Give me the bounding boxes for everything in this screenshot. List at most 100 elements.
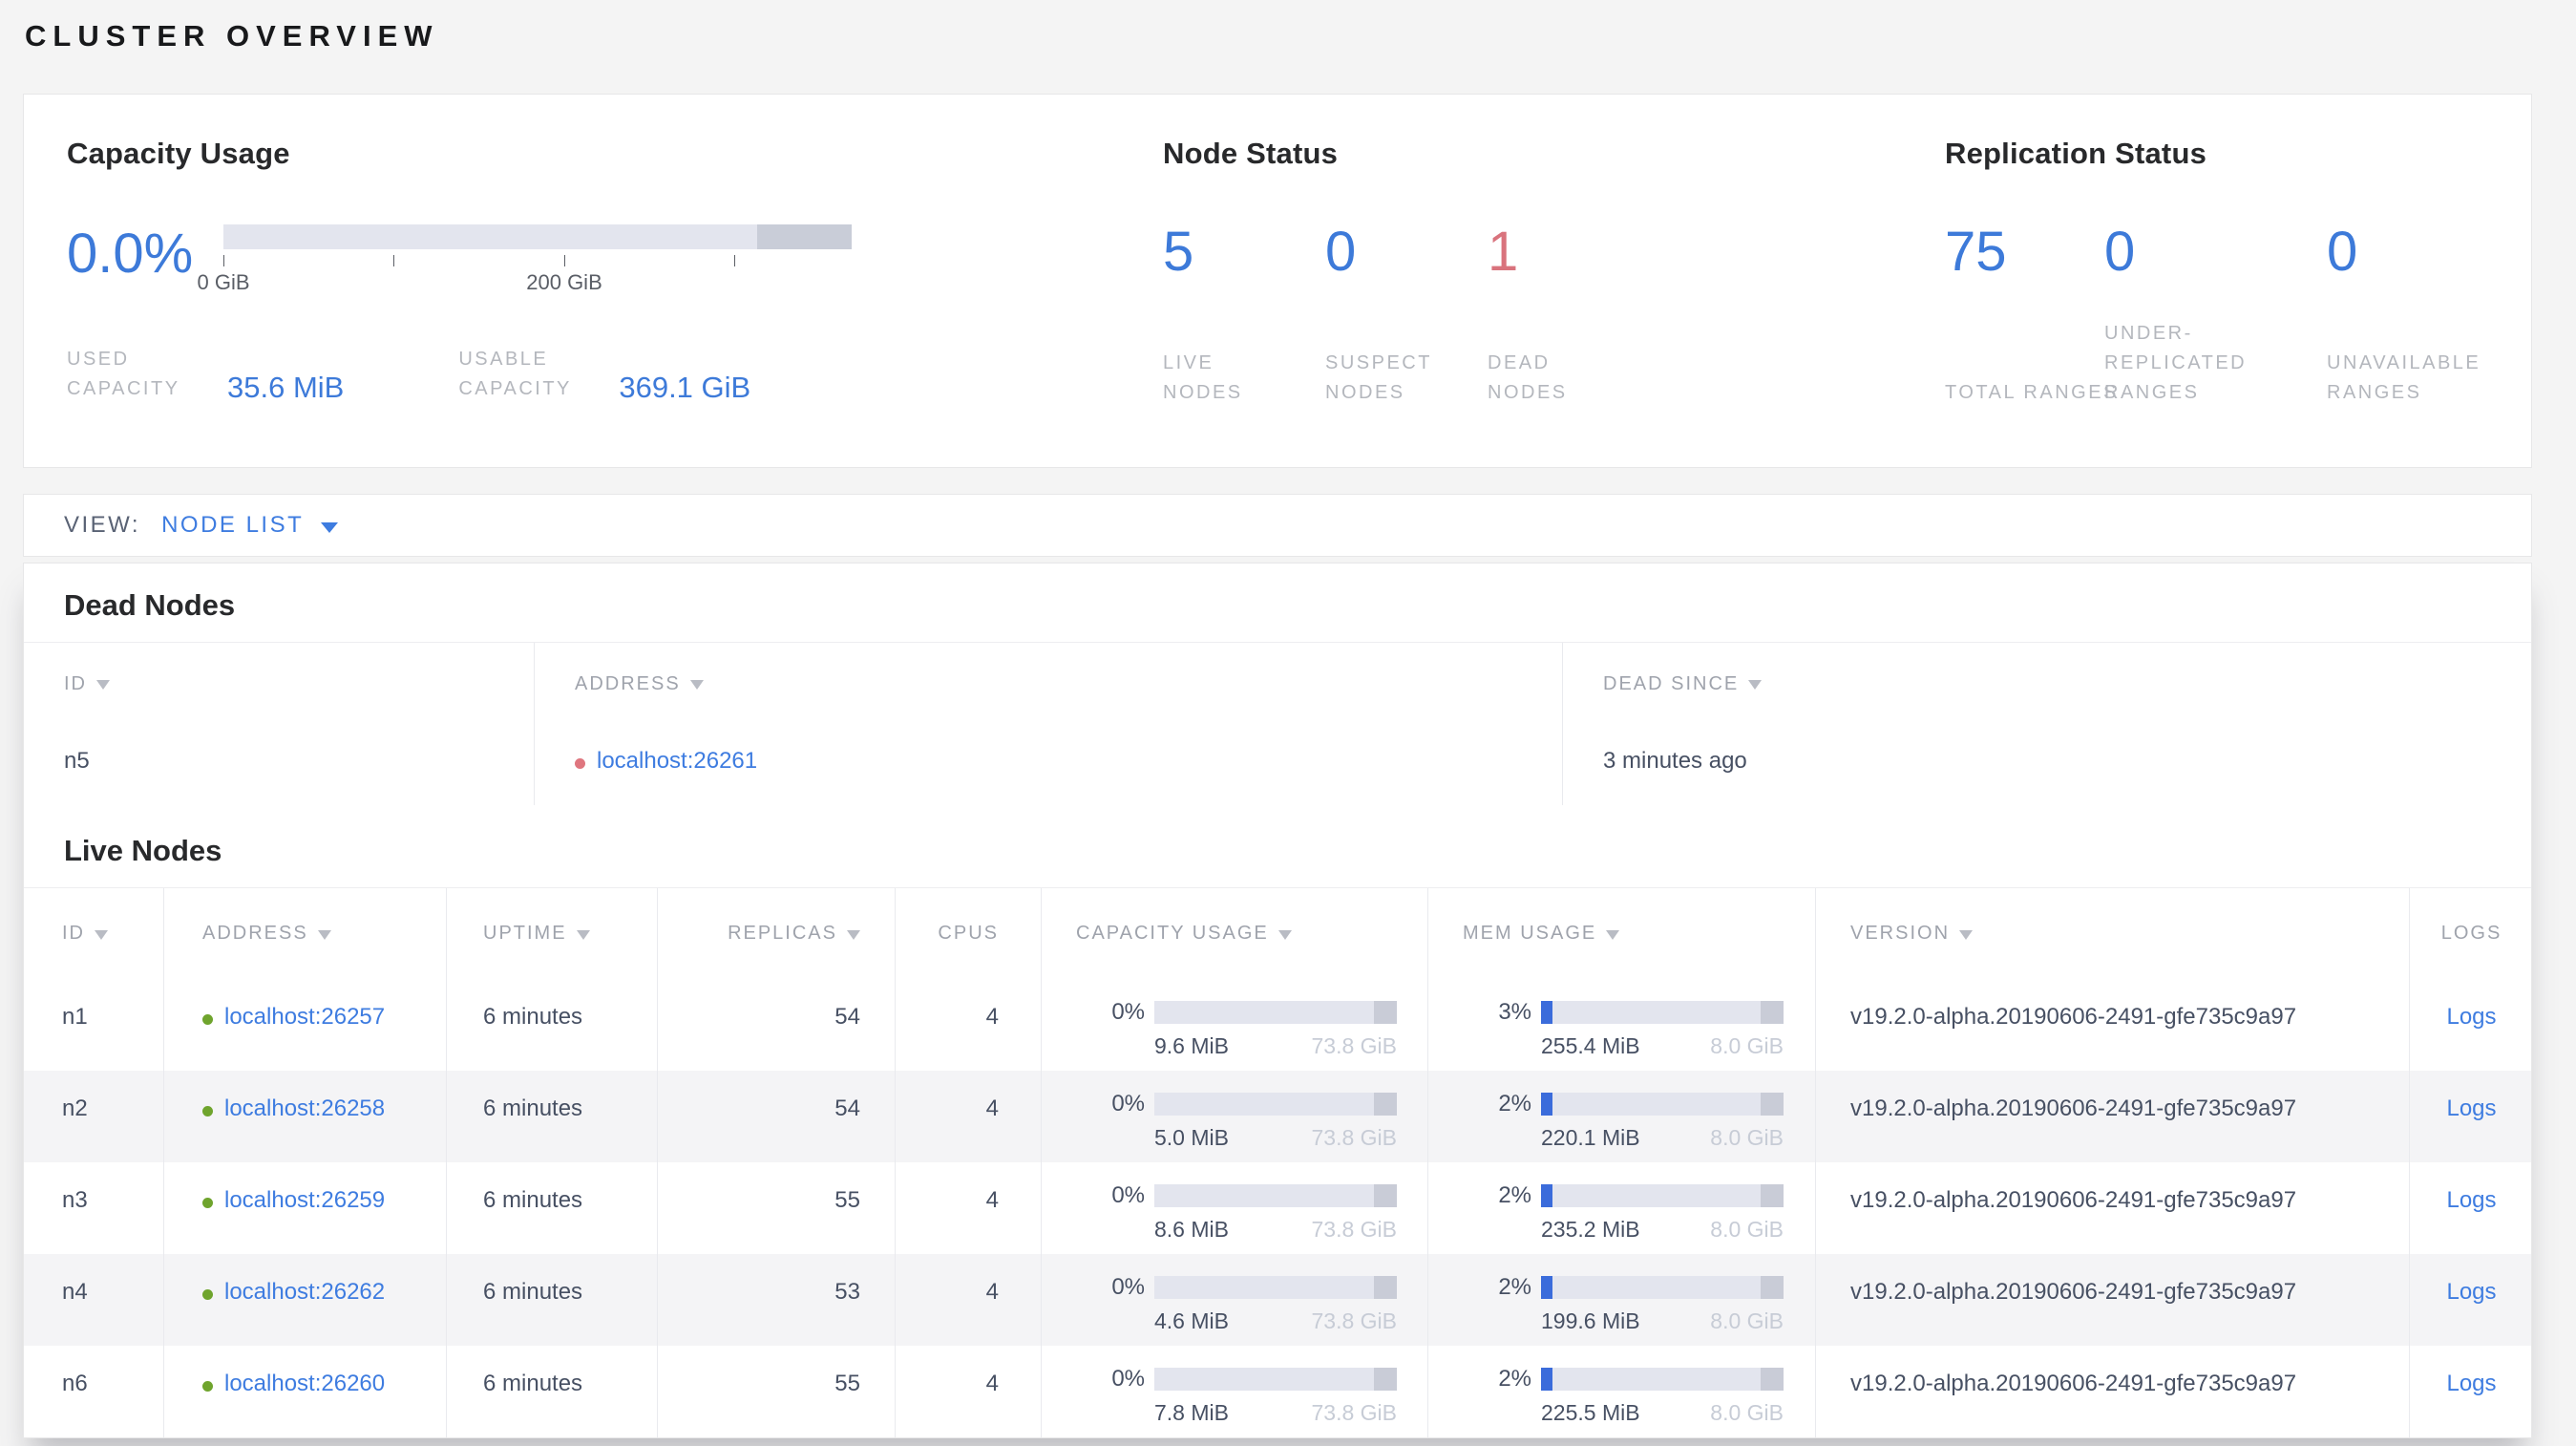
capacity-mini-bar xyxy=(1154,1276,1397,1299)
node-status-stats: 5 LIVE NODES 0 SUSPECT NODES 1 DEAD NODE… xyxy=(1163,224,1945,408)
memory-mini-bar xyxy=(1541,1093,1784,1116)
dead-nodes-table: ID ADDRESS DEAD SINCE n5 localhost:26261… xyxy=(24,642,2531,805)
capacity-bar-reserved-segment xyxy=(1374,1093,1397,1116)
replication-status-section: Replication Status 75 TOTAL RANGES 0 UND… xyxy=(1945,137,2508,467)
memory-bar-reserved-segment xyxy=(1761,1001,1784,1024)
uptime-cell: 6 minutes xyxy=(446,979,657,1071)
usable-capacity-value: 369.1 GiB xyxy=(619,371,751,404)
capacity-bar-reserved-segment xyxy=(1374,1276,1397,1299)
column-header-address[interactable]: ADDRESS xyxy=(163,888,446,979)
view-mode-selected-value: NODE LIST xyxy=(161,512,305,538)
cpus-cell: 4 xyxy=(895,1346,1041,1437)
replication-stats: 75 TOTAL RANGES 0 UNDER-REPLICATED RANGE… xyxy=(1945,224,2508,408)
view-mode-dropdown[interactable]: NODE LIST xyxy=(161,512,339,539)
stat-value: 0 xyxy=(2327,221,2358,283)
sort-desc-icon xyxy=(847,929,860,940)
node-id-cell: n3 xyxy=(62,1187,88,1213)
memory-percent: 2% xyxy=(1498,1091,1531,1116)
node-address-link[interactable]: localhost:26262 xyxy=(224,1279,385,1306)
uptime-cell: 6 minutes xyxy=(446,1346,657,1437)
column-header-capacity-usage[interactable]: CAPACITY USAGE xyxy=(1041,888,1427,979)
live-status-dot-icon xyxy=(202,1381,213,1392)
node-address-link[interactable]: localhost:26257 xyxy=(224,1004,385,1031)
node-status-title: Node Status xyxy=(1163,137,1339,170)
node-address-cell: localhost:26260 xyxy=(163,1346,446,1437)
logs-link[interactable]: Logs xyxy=(2446,1187,2496,1214)
live-node-row: n4 localhost:26262 6 minutes 53 4 0% 4.6… xyxy=(24,1254,2531,1346)
stat-value: 0 xyxy=(1325,221,1357,283)
column-header-dead-since[interactable]: DEAD SINCE xyxy=(1562,643,2533,725)
memory-used-value: 235.2 MiB xyxy=(1541,1217,1640,1242)
sort-desc-icon xyxy=(689,680,704,690)
memory-bar-fill xyxy=(1541,1184,1552,1207)
axis-label-0gib: 0 GiB xyxy=(197,270,250,294)
cpus-cell: 4 xyxy=(895,979,1041,1071)
memory-bar-reserved-segment xyxy=(1761,1368,1784,1391)
sort-desc-icon xyxy=(317,929,331,940)
cpus-cell: 4 xyxy=(895,1071,1041,1162)
uptime-cell: 6 minutes xyxy=(446,1162,657,1254)
axis-label-200gib: 200 GiB xyxy=(526,270,602,294)
capacity-bar-reserved-segment xyxy=(1374,1001,1397,1024)
sort-desc-icon xyxy=(1748,680,1763,690)
logs-link[interactable]: Logs xyxy=(2446,1095,2496,1122)
node-id-cell: n2 xyxy=(62,1095,88,1121)
column-header-address[interactable]: ADDRESS xyxy=(534,643,1562,725)
capacity-percent: 0% xyxy=(1111,1091,1145,1116)
logs-link[interactable]: Logs xyxy=(2446,1004,2496,1031)
status-stat: 0 UNDER-REPLICATED RANGES xyxy=(2104,224,2327,408)
column-header-uptime[interactable]: UPTIME xyxy=(446,888,657,979)
logs-cell: Logs xyxy=(2409,1162,2533,1254)
logs-link[interactable]: Logs xyxy=(2446,1371,2496,1397)
node-address-link[interactable]: localhost:26261 xyxy=(597,748,757,775)
node-address-link[interactable]: localhost:26260 xyxy=(224,1371,385,1397)
stat-value: 5 xyxy=(1163,221,1194,283)
live-status-dot-icon xyxy=(202,1289,213,1300)
column-header-id[interactable]: ID xyxy=(24,888,163,979)
memory-mini-bar xyxy=(1541,1368,1784,1391)
sort-desc-icon xyxy=(1277,929,1292,940)
column-header-version[interactable]: VERSION xyxy=(1815,888,2409,979)
capacity-used-value: 7.8 MiB xyxy=(1154,1400,1229,1425)
column-header-mem-usage[interactable]: MEM USAGE xyxy=(1427,888,1815,979)
logs-link[interactable]: Logs xyxy=(2446,1279,2496,1306)
node-address-link[interactable]: localhost:26258 xyxy=(224,1095,385,1122)
version-cell: v19.2.0-alpha.20190606-2491-gfe735c9a97 xyxy=(1815,1071,2409,1162)
live-node-row: n2 localhost:26258 6 minutes 54 4 0% 5.0… xyxy=(24,1071,2531,1162)
column-header-replicas[interactable]: REPLICAS xyxy=(657,888,895,979)
capacity-used-value: 4.6 MiB xyxy=(1154,1308,1229,1333)
node-id-cell: n1 xyxy=(62,1004,88,1030)
capacity-usage-cell: 0% 8.6 MiB 73.8 GiB xyxy=(1041,1162,1427,1254)
column-header-cpus[interactable]: CPUS xyxy=(895,888,1041,979)
live-status-dot-icon xyxy=(202,1198,213,1208)
status-stat: 75 TOTAL RANGES xyxy=(1945,224,2116,408)
cpus-cell: 4 xyxy=(895,1254,1041,1346)
capacity-usage-cell: 0% 4.6 MiB 73.8 GiB xyxy=(1041,1254,1427,1346)
memory-bar-reserved-segment xyxy=(1761,1093,1784,1116)
capacity-bar-reserved-segment xyxy=(757,224,852,249)
node-address-cell: localhost:26257 xyxy=(163,979,446,1071)
status-stat: 5 LIVE NODES xyxy=(1163,224,1325,408)
memory-bar-fill xyxy=(1541,1001,1552,1024)
dead-node-row: n5 localhost:26261 3 minutes ago xyxy=(24,725,2531,805)
replicas-cell: 53 xyxy=(657,1254,895,1346)
usable-capacity-stat: USABLE CAPACITY 369.1 GiB xyxy=(458,345,750,404)
memory-total-value: 8.0 GiB xyxy=(1710,1308,1784,1333)
capacity-axis-labels: 0 GiB 200 GiB xyxy=(197,270,852,295)
memory-bar-fill xyxy=(1541,1093,1552,1116)
live-nodes-title: Live Nodes xyxy=(64,834,222,867)
node-address-link[interactable]: localhost:26259 xyxy=(224,1187,385,1214)
column-header-id[interactable]: ID xyxy=(24,643,534,725)
version-cell: v19.2.0-alpha.20190606-2491-gfe735c9a97 xyxy=(1815,979,2409,1071)
memory-total-value: 8.0 GiB xyxy=(1710,1033,1784,1058)
status-stat: 1 DEAD NODES xyxy=(1488,224,1650,408)
capacity-mini-bar xyxy=(1154,1368,1397,1391)
capacity-usage-cell: 0% 5.0 MiB 73.8 GiB xyxy=(1041,1071,1427,1162)
capacity-percent: 0% xyxy=(1111,1182,1145,1208)
chevron-down-icon xyxy=(321,521,339,533)
node-id-cell: n4 xyxy=(62,1279,88,1305)
capacity-used-value: 5.0 MiB xyxy=(1154,1125,1229,1150)
memory-total-value: 8.0 GiB xyxy=(1710,1217,1784,1242)
dead-nodes-header-row: ID ADDRESS DEAD SINCE xyxy=(24,642,2531,725)
dead-nodes-title: Dead Nodes xyxy=(64,588,236,622)
